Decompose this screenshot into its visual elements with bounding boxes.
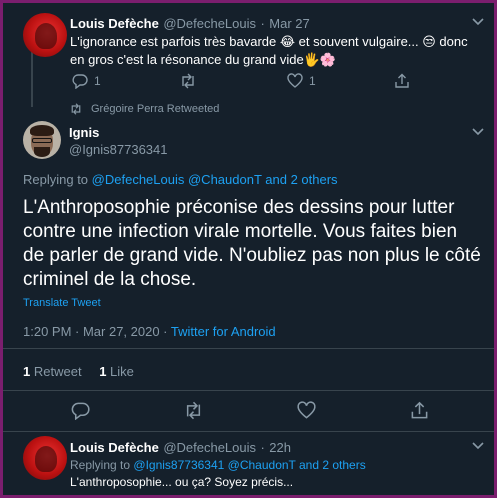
author-handle[interactable]: @DefecheLouis bbox=[163, 440, 256, 455]
reply-button[interactable] bbox=[71, 401, 90, 420]
author-handle[interactable]: @DefecheLouis bbox=[163, 16, 256, 31]
tweet-text-line: de parler de grand vide. N'oubliez pas n… bbox=[23, 245, 481, 266]
retweet-icon bbox=[71, 103, 81, 115]
tweet-date[interactable]: Mar 27 bbox=[269, 16, 309, 31]
avatar[interactable] bbox=[23, 13, 67, 57]
tweet-thread: Louis Defèche @DefecheLouis · Mar 27 L'i… bbox=[3, 3, 494, 495]
thread-line bbox=[31, 47, 33, 107]
tweet-header: Louis Defèche @DefecheLouis · Mar 27 bbox=[70, 15, 310, 33]
replying-others-link[interactable]: and 2 others bbox=[299, 458, 366, 472]
author-name[interactable]: Louis Defèche bbox=[70, 440, 159, 455]
author-name[interactable]: Ignis bbox=[69, 125, 99, 140]
heart-icon bbox=[297, 401, 316, 419]
divider bbox=[3, 348, 494, 349]
avatar[interactable] bbox=[23, 436, 67, 480]
share-icon bbox=[411, 401, 428, 419]
replying-users-link[interactable]: @Ignis87736341 @ChaudonT bbox=[133, 458, 295, 472]
divider bbox=[3, 390, 494, 391]
tweet-text-line: L'Anthroposophie préconise des dessins p… bbox=[23, 197, 455, 218]
tweet-text-line: L'ignorance est parfois très bavarde 😂 e… bbox=[70, 34, 468, 49]
divider bbox=[3, 431, 494, 432]
retweet-icon bbox=[186, 401, 201, 420]
reply-icon bbox=[71, 402, 90, 420]
chevron-down-icon[interactable] bbox=[471, 441, 485, 451]
avatar[interactable] bbox=[23, 121, 61, 159]
author-name[interactable]: Louis Defèche bbox=[70, 16, 159, 31]
tweet-text-line: contre une infection virale mortelle. Vo… bbox=[23, 221, 458, 242]
replying-prefix: Replying to bbox=[70, 458, 131, 472]
source-link[interactable]: Twitter for Android bbox=[171, 324, 276, 339]
retweet-note[interactable]: Grégoire Perra Retweeted bbox=[69, 103, 219, 115]
like-count: 1 bbox=[309, 74, 316, 88]
chevron-down-icon[interactable] bbox=[471, 127, 485, 137]
retweet-stat-count: 1 bbox=[23, 364, 31, 379]
replying-to: Replying to @DefecheLouis @ChaudonT and … bbox=[23, 172, 338, 187]
like-button[interactable] bbox=[297, 401, 316, 420]
like-stat[interactable]: 1 Like bbox=[99, 364, 134, 379]
reply-icon bbox=[72, 74, 88, 89]
share-icon bbox=[395, 73, 409, 88]
tweet-text-line: en gros c'est la résonance du grand vide… bbox=[70, 52, 337, 67]
retweet-note-text: Grégoire Perra Retweeted bbox=[91, 103, 220, 115]
tweet-text: L'anthroposophie... ou ça? Soyez précis.… bbox=[70, 475, 294, 489]
retweet-button[interactable] bbox=[183, 401, 204, 420]
separator: · bbox=[260, 16, 265, 31]
retweet-icon bbox=[182, 73, 194, 89]
tweet-header: Louis Defèche @DefecheLouis · 22h bbox=[70, 439, 291, 457]
tweet-text: L'ignorance est parfois très bavarde 😂 e… bbox=[70, 33, 468, 69]
tweet-timestamp: 1:20 PM · Mar 27, 2020 · Twitter for And… bbox=[23, 324, 276, 339]
timestamp-text[interactable]: 1:20 PM · Mar 27, 2020 · bbox=[23, 324, 171, 339]
like-stat-count: 1 bbox=[99, 364, 107, 379]
reply-button[interactable]: 1 bbox=[72, 73, 101, 89]
reply-count: 1 bbox=[94, 74, 101, 88]
author-handle[interactable]: @Ignis87736341 bbox=[69, 142, 168, 157]
replying-users-link[interactable]: @DefecheLouis @ChaudonT bbox=[92, 172, 262, 187]
share-button[interactable] bbox=[394, 73, 410, 89]
tweet-date[interactable]: 22h bbox=[269, 440, 291, 455]
heart-icon bbox=[287, 73, 303, 88]
like-stat-label: Like bbox=[110, 364, 134, 379]
share-button[interactable] bbox=[410, 401, 429, 420]
retweet-button[interactable] bbox=[179, 73, 197, 89]
translate-tweet-link[interactable]: Translate Tweet bbox=[23, 297, 101, 309]
retweet-stat-label: Retweet bbox=[33, 364, 82, 379]
tweet-text: L'Anthroposophie préconise des dessins p… bbox=[23, 196, 481, 292]
tweet-text-line: criminel de la chose. bbox=[23, 269, 197, 290]
tweet-stats: 1 Retweet 1 Like bbox=[23, 364, 134, 379]
chevron-down-icon[interactable] bbox=[471, 17, 485, 27]
like-button[interactable]: 1 bbox=[287, 73, 316, 89]
retweet-stat[interactable]: 1 Retweet bbox=[23, 364, 85, 379]
replying-to: Replying to @Ignis87736341 @ChaudonT and… bbox=[70, 458, 366, 472]
separator: · bbox=[260, 440, 265, 455]
replying-prefix: Replying to bbox=[23, 172, 89, 187]
replying-others-link[interactable]: and 2 others bbox=[265, 172, 337, 187]
